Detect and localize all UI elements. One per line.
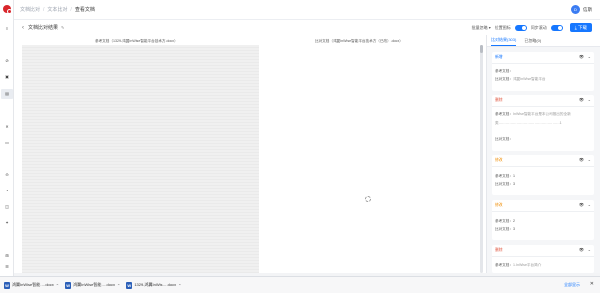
batch-ignore-dropdown[interactable]: 批量忽略 ▾ [472,25,491,31]
diff-line: 参考文档： [495,69,513,73]
history-icon[interactable]: ⊖ [5,173,9,177]
tab-ignored[interactable]: 已忽略(0) [524,38,541,46]
location-icon-toggle[interactable] [514,24,527,31]
compare-doc-label: 比对文档（鸿翼InWise智能平台技术方（已改）.docx） [315,39,403,43]
list-icon[interactable]: ☰ [5,265,9,269]
avatar[interactable]: D [571,5,580,14]
document-icon[interactable]: ▣ [5,75,9,79]
download-filename[interactable]: 鸿翼InWise智能….docx [73,282,115,288]
chat-icon[interactable]: ◔ [5,189,9,193]
diff-card[interactable]: 删除 👁 ⌄ 参考文档：InWise智能平台是本公司推出的全新 类…………………… [492,95,594,151]
word-file-icon: W [4,281,10,289]
diff-type: 修改 [495,158,503,162]
left-rail: ≡ ⊘ ▣ ▤ ✕ ▭ ⊖ ◔ ◫ ✦ ⊞ ☰ [0,0,14,293]
toolbar-controls: 批量忽略 ▾ 位置图标 同步滚动 ⤓ 下载 [472,23,592,32]
chevron-down-icon[interactable]: ⌄ [588,157,591,162]
diff-card[interactable]: 新增 👁 ⌄ 参考文档： 比对文档：鸿翼InWise智能平台 [492,52,594,91]
batch-ignore-label[interactable]: 批量忽略 [472,25,488,30]
reference-doc-view[interactable] [22,45,259,273]
download-filename[interactable]: 鸿翼InWise智能….docx [12,282,54,288]
show-all-downloads-link[interactable]: 全部显示 [564,282,580,288]
tab-compare-results[interactable]: 比对结果(303) [491,37,517,46]
word-file-icon: W [65,281,72,289]
chevron-down-icon[interactable]: ⌄ [588,202,591,207]
breadcrumb-item[interactable]: 文档比对 [20,6,40,13]
breadcrumb-separator: / [70,6,72,13]
top-bar: 文档比对 / 文本比对 / 查看文档 D 信斯 [14,0,600,20]
edit-icon[interactable]: ✎ [61,25,64,30]
download-label: 下载 [578,25,587,30]
user-menu[interactable]: D 信斯 [571,5,592,14]
user-name[interactable]: 信斯 [583,7,592,13]
chevron-up-icon[interactable]: ⌃ [178,283,181,288]
chevron-down-icon[interactable]: ⌄ [588,54,591,59]
diff-card[interactable]: 修改 👁 ⌄ 参考文档：2 比对文档：3 [492,200,594,240]
diff-line: 类……………………………………………1 [495,121,562,125]
document-compare-area: 参考文档（1329-鸿翼InWise智能平台技术方.docx） 比对文档（鸿翼I… [14,35,486,273]
message-icon[interactable]: ◫ [5,205,9,209]
download-item[interactable]: W 鸿翼InWise智能….docx ⌃ [65,281,120,289]
divider [492,63,594,64]
word-file-icon: W [126,281,133,289]
folder-icon[interactable]: ▭ [5,141,9,145]
diff-type: 新增 [495,55,503,59]
eye-icon[interactable]: 👁 [579,97,584,102]
diff-line: 参考文档：1.InWise平台简介 [495,263,542,267]
divider [492,256,594,257]
chevron-up-icon[interactable]: ⌃ [56,283,59,288]
chevron-down-icon[interactable]: ⌄ [588,247,591,252]
download-bar: W 鸿翼InWise智能….docx ⌃ W 鸿翼InWise智能….docx … [0,276,600,293]
settings-icon[interactable]: ✦ [5,221,9,225]
chevron-down-icon[interactable]: ⌄ [588,97,591,102]
diff-line: 比对文档：3 [495,227,515,231]
sync-scroll-toggle[interactable] [550,24,563,31]
diff-type: 修改 [495,203,503,207]
diff-line: 比对文档： [495,137,513,141]
eye-icon[interactable]: 👁 [579,54,584,59]
diff-line: 参考文档：2 [495,219,515,223]
shuffle-icon[interactable]: ✕ [5,125,9,129]
breadcrumb-separator: / [43,6,45,13]
diff-results-panel: 比对结果(303) 已忽略(0) 新增 👁 ⌄ 参考文档： 比对文档：鸿翼InW… [486,35,600,273]
diff-line: 参考文档：1 [495,174,515,178]
divider [492,166,594,167]
app-logo[interactable] [3,5,12,14]
download-filename[interactable]: 1329-鸿翼InWis….docx [134,282,176,288]
compare-icon[interactable]: ▤ [1,89,13,99]
compare-toolbar: ‹ 文档比对结果 ✎ 批量忽略 ▾ 位置图标 同步滚动 ⤓ 下载 [14,20,600,35]
diff-type: 删除 [495,248,503,252]
eye-icon[interactable]: 👁 [579,202,584,207]
doc-scrollbar[interactable] [480,45,483,273]
location-icon-label: 位置图标 [494,24,511,30]
breadcrumb-item[interactable]: 文本比对 [47,6,67,13]
divider [492,211,594,212]
results-tabs: 比对结果(303) 已忽略(0) [487,35,600,47]
app-grid-icon[interactable]: ⊞ [5,254,9,258]
diff-line: 比对文档：鸿翼InWise智能平台 [495,77,546,81]
menu-icon[interactable]: ≡ [5,27,9,31]
diff-line: 参考文档：InWise智能平台是本公司推出的全新 [495,112,571,116]
download-button[interactable]: ⤓ 下载 [569,23,592,32]
diff-type: 删除 [495,98,503,102]
back-arrow-icon[interactable]: ‹ [22,25,24,31]
breadcrumb-current: 查看文档 [74,7,95,13]
chevron-up-icon[interactable]: ⌃ [117,283,120,288]
download-item[interactable]: W 1329-鸿翼InWis….docx ⌃ [126,281,181,289]
download-item[interactable]: W 鸿翼InWise智能….docx ⌃ [4,281,59,289]
divider [492,106,594,107]
reference-doc-label: 参考文档（1329-鸿翼InWise智能平台技术方.docx） [95,39,178,43]
link-icon[interactable]: ⊘ [5,59,9,63]
eye-icon[interactable]: 👁 [579,247,584,252]
diff-card[interactable]: 修改 👁 ⌄ 参考文档：1 比对文档：3 [492,155,594,195]
loading-spinner-icon [365,196,371,202]
diff-card[interactable]: 删除 👁 ⌄ 参考文档：1.InWise平台简介 [492,245,594,273]
sync-scroll-label: 同步滚动 [530,24,547,30]
page-title: 文档比对结果 [28,25,59,31]
eye-icon[interactable]: 👁 [579,157,584,162]
diff-line: 比对文档：3 [495,182,515,186]
close-icon[interactable]: ✕ [590,281,594,287]
